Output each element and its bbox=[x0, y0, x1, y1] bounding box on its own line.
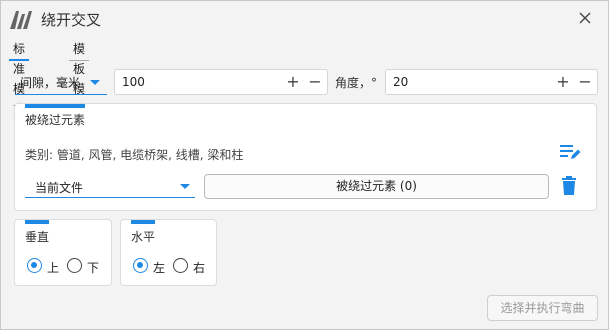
card-accent bbox=[25, 104, 85, 108]
angle-input-value: 20 bbox=[393, 75, 409, 89]
radio-left-label: 左 bbox=[153, 261, 166, 275]
angle-input[interactable]: 20 + − bbox=[385, 69, 598, 95]
bypass-card-title: 被绕过元素 bbox=[25, 113, 86, 127]
gap-unit-select[interactable]: 间隙，毫米 bbox=[15, 69, 107, 95]
gap-increment-button[interactable]: + bbox=[285, 73, 301, 91]
gap-decrement-button[interactable]: − bbox=[307, 73, 323, 91]
select-bypass-elements-button[interactable]: 被绕过元素 (0) bbox=[204, 174, 549, 199]
radio-right-label: 右 bbox=[193, 261, 206, 275]
radio-right[interactable] bbox=[173, 258, 188, 273]
radio-up-label: 上 bbox=[47, 261, 60, 275]
angle-decrement-button[interactable]: − bbox=[577, 73, 593, 91]
radio-up[interactable] bbox=[27, 258, 42, 273]
bypass-elements-card: 被绕过元素 类别: 管道, 风管, 电缆桥架, 线槽, 梁和柱 当前文件 被绕过… bbox=[14, 103, 597, 211]
dropdown-caret-icon bbox=[90, 80, 100, 85]
title-bar: 绕开交叉 bbox=[1, 1, 608, 37]
window-title: 绕开交叉 bbox=[41, 11, 102, 29]
horizontal-card-title: 水平 bbox=[131, 230, 156, 244]
radio-left[interactable] bbox=[133, 258, 148, 273]
edit-list-icon[interactable] bbox=[559, 143, 581, 161]
source-document-select[interactable]: 当前文件 bbox=[25, 174, 195, 198]
dropdown-caret-icon bbox=[180, 184, 190, 189]
tab-template-mode[interactable]: 模板模式 bbox=[69, 39, 90, 116]
source-document-value: 当前文件 bbox=[35, 181, 84, 195]
categories-text: 类别: 管道, 风管, 电缆桥架, 线槽, 梁和柱 bbox=[25, 148, 244, 162]
radio-down[interactable] bbox=[67, 258, 82, 273]
select-and-run-button[interactable]: 选择并执行弯曲 bbox=[487, 295, 598, 321]
dialog-window: 绕开交叉 标准模式 模板模式 间隙，毫米 100 + − 角度，° 20 + −… bbox=[0, 0, 609, 330]
trash-icon[interactable] bbox=[561, 176, 577, 196]
tab-standard-mode[interactable]: 标准模式 bbox=[9, 39, 30, 116]
gap-input[interactable]: 100 + − bbox=[114, 69, 328, 95]
gap-input-value: 100 bbox=[122, 75, 145, 89]
radio-down-label: 下 bbox=[87, 261, 100, 275]
horizontal-card: 水平 左 右 bbox=[120, 219, 217, 286]
card-accent bbox=[25, 220, 49, 224]
card-accent bbox=[131, 220, 155, 224]
vertical-card: 垂直 上 下 bbox=[14, 219, 112, 286]
gap-unit-select-value: 间隙，毫米 bbox=[20, 76, 81, 90]
app-logo-icon bbox=[10, 11, 32, 29]
angle-label: 角度，° bbox=[335, 76, 378, 90]
close-icon[interactable] bbox=[575, 8, 595, 28]
vertical-card-title: 垂直 bbox=[25, 230, 50, 244]
angle-increment-button[interactable]: + bbox=[555, 73, 571, 91]
